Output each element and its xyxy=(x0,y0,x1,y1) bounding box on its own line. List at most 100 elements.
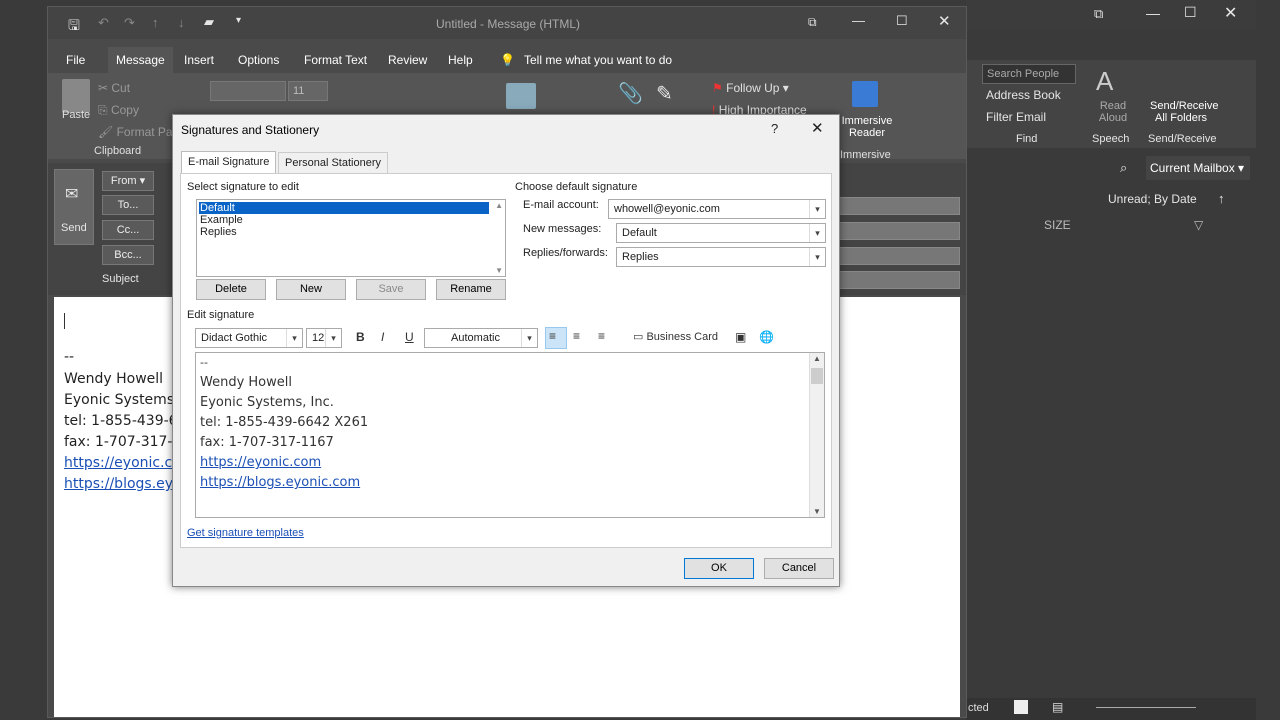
signature-list[interactable]: Default Example Replies ▲ ▼ xyxy=(196,199,506,277)
send-button[interactable]: ✉ Send xyxy=(54,169,94,245)
minimize-icon[interactable]: — xyxy=(852,13,865,28)
undo-icon[interactable]: ↶ xyxy=(98,15,109,31)
tab-options[interactable]: Options xyxy=(238,47,279,73)
immersive-reader-button[interactable]: Immersive Reader xyxy=(832,115,902,139)
get-templates-link[interactable]: Get signature templates xyxy=(187,527,304,539)
follow-up-button[interactable]: ⚑ Follow Up ▾ xyxy=(712,81,789,95)
paste-icon[interactable] xyxy=(62,79,90,113)
to-field[interactable] xyxy=(838,197,960,215)
tab-help[interactable]: Help xyxy=(448,47,473,73)
search-people-input[interactable]: Search People xyxy=(982,64,1076,84)
delete-button[interactable]: Delete xyxy=(196,279,266,300)
attach-icon[interactable]: 📎 xyxy=(618,81,643,106)
subject-field[interactable] xyxy=(838,271,960,289)
font-color-dropdown[interactable]: Automatic ▾ xyxy=(424,328,538,348)
rename-button[interactable]: Rename xyxy=(436,279,506,300)
list-item[interactable]: Default xyxy=(198,201,490,215)
list-item[interactable]: Replies xyxy=(199,226,489,238)
sort-dropdown[interactable]: Unread; By Date xyxy=(1108,192,1197,206)
sort-direction-icon[interactable]: ↑ xyxy=(1218,191,1225,206)
reading-view-icon[interactable]: ▤ xyxy=(1052,700,1063,714)
filter-icon[interactable]: ▽ xyxy=(1194,218,1203,232)
bcc-field[interactable] xyxy=(838,247,960,265)
minimize-icon[interactable]: — xyxy=(1146,5,1160,21)
ribbon-display-icon[interactable]: ⧉ xyxy=(808,15,817,30)
address-book-button[interactable]: Address Book xyxy=(986,88,1061,102)
zoom-slider[interactable] xyxy=(1096,707,1196,708)
maximize-icon[interactable]: ☐ xyxy=(896,13,908,29)
insert-picture-icon[interactable]: ▣ xyxy=(735,330,746,344)
customize-toolbar-icon[interactable]: ▾ xyxy=(236,15,241,26)
restore-icon[interactable]: ⧉ xyxy=(1094,6,1103,22)
tab-file[interactable]: File xyxy=(66,47,85,73)
close-icon[interactable]: ✕ xyxy=(1224,3,1237,23)
body-link-website[interactable]: https://eyonic.co xyxy=(64,455,181,471)
help-button[interactable]: ? xyxy=(771,121,778,136)
tab-personal-stationery[interactable]: Personal Stationery xyxy=(278,152,388,173)
close-icon[interactable]: ✕ xyxy=(938,12,951,30)
address-book-icon[interactable] xyxy=(506,83,536,109)
business-card-button[interactable]: ▭ Business Card xyxy=(633,330,718,343)
tab-message[interactable]: Message xyxy=(108,47,173,73)
align-center-icon[interactable]: ≡ xyxy=(573,329,580,343)
dialog-close-button[interactable]: ✕ xyxy=(811,119,824,137)
from-button[interactable]: From ▾ xyxy=(102,171,154,191)
email-account-dropdown[interactable]: whowell@eyonic.com ▾ xyxy=(608,199,826,219)
tab-format-text[interactable]: Format Text xyxy=(304,47,367,73)
bold-button[interactable]: B xyxy=(356,330,365,344)
italic-button[interactable]: I xyxy=(381,330,384,344)
down-arrow-icon[interactable]: ↓ xyxy=(178,15,185,30)
copy-button[interactable]: ⎘ Copy xyxy=(98,103,139,118)
to-button[interactable]: To... xyxy=(102,195,154,215)
signature-editor[interactable]: -- Wendy Howell Eyonic Systems, Inc. tel… xyxy=(195,352,825,518)
list-item[interactable]: Example xyxy=(199,214,489,226)
normal-view-icon[interactable] xyxy=(1014,700,1028,714)
editor-scrollbar[interactable]: ▲ ▼ xyxy=(809,353,824,517)
tell-me-search[interactable]: Tell me what you want to do xyxy=(524,47,672,73)
scroll-up-icon[interactable]: ▲ xyxy=(495,201,503,210)
align-right-icon[interactable]: ≡ xyxy=(598,329,605,343)
bcc-button[interactable]: Bcc... xyxy=(102,245,154,265)
immersive-reader-icon[interactable] xyxy=(852,81,878,107)
tab-insert[interactable]: Insert xyxy=(184,47,214,73)
send-receive-all-button[interactable]: Send/Receive All Folders xyxy=(1150,100,1219,124)
font-size-dropdown[interactable]: 12 ▾ xyxy=(306,328,342,348)
folder-icon[interactable]: ▰ xyxy=(204,14,214,30)
scroll-down-icon[interactable]: ▼ xyxy=(495,266,503,275)
font-size-dropdown[interactable]: 11 xyxy=(288,81,328,101)
up-arrow-icon[interactable]: ↑ xyxy=(152,15,159,30)
new-button[interactable]: New xyxy=(276,279,346,300)
cc-field[interactable] xyxy=(838,222,960,240)
font-name-dropdown[interactable]: Didact Gothic ▾ xyxy=(195,328,303,348)
replies-forwards-dropdown[interactable]: Replies ▾ xyxy=(616,247,826,267)
tab-review[interactable]: Review xyxy=(388,47,427,73)
scroll-down-icon[interactable]: ▼ xyxy=(813,507,821,516)
sig-link-blog[interactable]: https://blogs.eyonic.com xyxy=(200,475,360,490)
body-link-blog[interactable]: https://blogs.eyo xyxy=(64,476,182,492)
read-aloud-icon[interactable]: A xyxy=(1096,66,1113,97)
underline-button[interactable]: U xyxy=(405,330,414,344)
ok-button[interactable]: OK xyxy=(684,558,754,579)
new-messages-dropdown[interactable]: Default ▾ xyxy=(616,223,826,243)
filter-email-button[interactable]: Filter Email xyxy=(986,110,1046,124)
maximize-icon[interactable]: ☐ xyxy=(1184,4,1197,21)
cut-button[interactable]: ✂ Cut xyxy=(98,81,130,95)
search-icon[interactable]: ⌕ xyxy=(1120,160,1127,176)
format-painter-button[interactable]: 🖌 Format Pain xyxy=(98,125,182,139)
size-column-header[interactable]: SIZE xyxy=(1044,218,1071,232)
save-button[interactable]: Save xyxy=(356,279,426,300)
paste-button[interactable]: Paste xyxy=(62,109,90,121)
mailbox-scope-dropdown[interactable]: Current Mailbox ▾ xyxy=(1146,156,1250,180)
hyperlink-icon[interactable]: 🌐 xyxy=(759,330,774,344)
tab-email-signature[interactable]: E-mail Signature xyxy=(181,151,277,173)
save-icon[interactable]: 🖫 xyxy=(68,15,80,39)
scroll-thumb[interactable] xyxy=(811,368,823,384)
sig-link-website[interactable]: https://eyonic.com xyxy=(200,455,321,470)
font-name-dropdown[interactable] xyxy=(210,81,286,101)
signature-icon[interactable]: ✎ xyxy=(656,81,673,106)
cancel-button[interactable]: Cancel xyxy=(764,558,834,579)
cc-button[interactable]: Cc... xyxy=(102,220,154,240)
redo-icon[interactable]: ↷ xyxy=(124,15,135,31)
read-aloud-button[interactable]: Read Aloud xyxy=(1096,100,1130,124)
scroll-up-icon[interactable]: ▲ xyxy=(813,354,821,363)
